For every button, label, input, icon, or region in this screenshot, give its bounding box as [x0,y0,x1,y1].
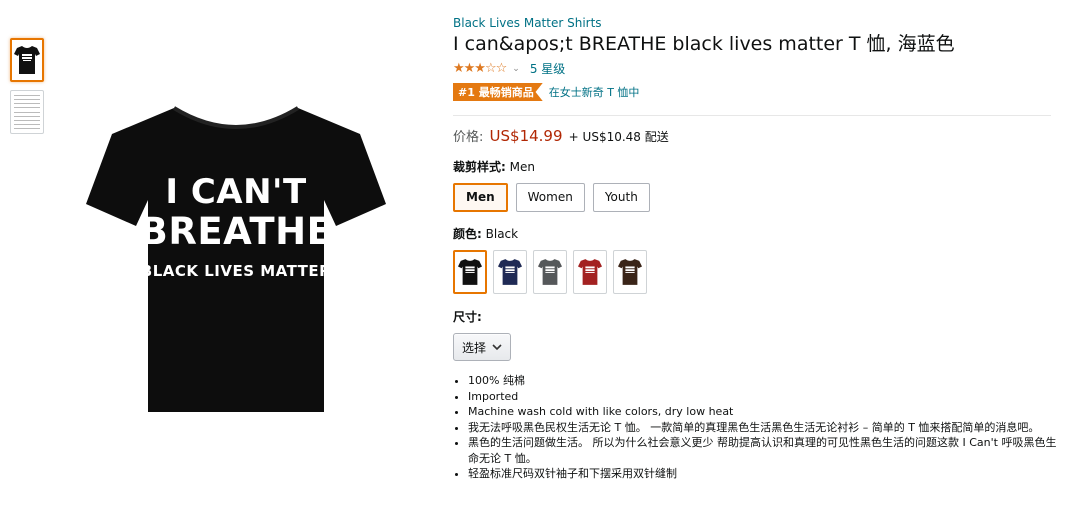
tshirt-image [86,106,386,412]
color-swatch-grey[interactable] [533,250,567,294]
shirt-print-line3: BLACK LIVES MATTER [140,262,332,280]
tshirt-icon [578,259,602,285]
fit-options: Men Women Youth [453,183,1053,212]
shipping-cost: + US$10.48 配送 [568,130,669,144]
fit-option-men[interactable]: Men [453,183,508,212]
feature-bullet: 100% 纯棉 [468,373,1058,389]
chevron-down-icon [492,343,502,350]
color-label-row: 颜色: Black [453,225,1053,242]
thumbnail-size-chart[interactable] [10,90,44,134]
divider [453,115,1051,116]
tshirt-icon [498,259,522,285]
size-select-value: 选择 [462,340,487,355]
size-select[interactable]: 选择 [453,333,512,361]
chevron-down-icon[interactable]: ⌄ [512,64,520,74]
rating-count-link[interactable]: 5 星级 [530,60,565,77]
main-product-image[interactable]: I CAN'T BREATHE BLACK LIVES MATTER [82,100,390,420]
price-label: 价格: [453,130,484,145]
fit-selected: Men [509,160,535,174]
feature-bullet: 我无法呼吸黑色民权生活无论 T 恤。 一款简单的真理黑色生活黑色生活无论衬衫 –… [468,420,1058,436]
price-value: US$14.99 [489,127,563,145]
feature-bullet: Machine wash cold with like colors, dry … [468,404,1058,420]
color-label: 颜色: [453,227,482,241]
bestseller-row: #1 最畅销商品 在女士新奇 T 恤中 [453,83,1053,101]
fit-label: 裁剪样式: [453,160,506,174]
rating-row: ★★★☆☆ ⌄ 5 星级 [453,60,1053,77]
price-row: 价格: US$14.99 + US$10.48 配送 [453,126,1053,145]
color-swatch-navy[interactable] [493,250,527,294]
fit-option-women[interactable]: Women [515,183,585,212]
color-swatches [453,250,1053,294]
thumbnail-list [10,38,44,142]
color-swatch-black[interactable] [453,250,487,294]
shirt-print-line2: BREATHE [139,210,333,253]
feature-bullets: 100% 纯棉 Imported Machine wash cold with … [453,373,1058,482]
thumbnail-shirt[interactable] [10,38,44,82]
size-chart-icon [14,95,40,129]
fit-option-youth[interactable]: Youth [592,183,650,212]
star-rating-icon[interactable]: ★★★☆☆ [453,61,507,76]
color-swatch-red[interactable] [573,250,607,294]
tshirt-icon [618,259,642,285]
feature-bullet: Imported [468,389,1058,405]
tshirt-icon [14,46,40,74]
feature-bullet: 轻盈标准尺码双针袖子和下摆采用双针缝制 [468,466,1058,482]
brand-link[interactable]: Black Lives Matter Shirts [453,16,1053,30]
category-link[interactable]: 在女士新奇 T 恤中 [549,84,640,100]
product-info: Black Lives Matter Shirts I can&apos;t B… [453,16,1056,482]
tshirt-icon [458,259,482,285]
fit-label-row: 裁剪样式: Men [453,158,1053,175]
product-title: I can&apos;t BREATHE black lives matter … [453,33,955,55]
shirt-print-line1: I CAN'T [165,172,307,212]
bestseller-badge[interactable]: #1 最畅销商品 [453,83,543,101]
size-label: 尺寸: [453,310,482,324]
tshirt-icon [538,259,562,285]
color-selected: Black [485,227,519,241]
color-swatch-brown[interactable] [613,250,647,294]
feature-bullet: 黑色的生活问题做生活。 所以为什么社会意义更少 帮助提高认识和真理的可见性黑色生… [468,435,1058,466]
